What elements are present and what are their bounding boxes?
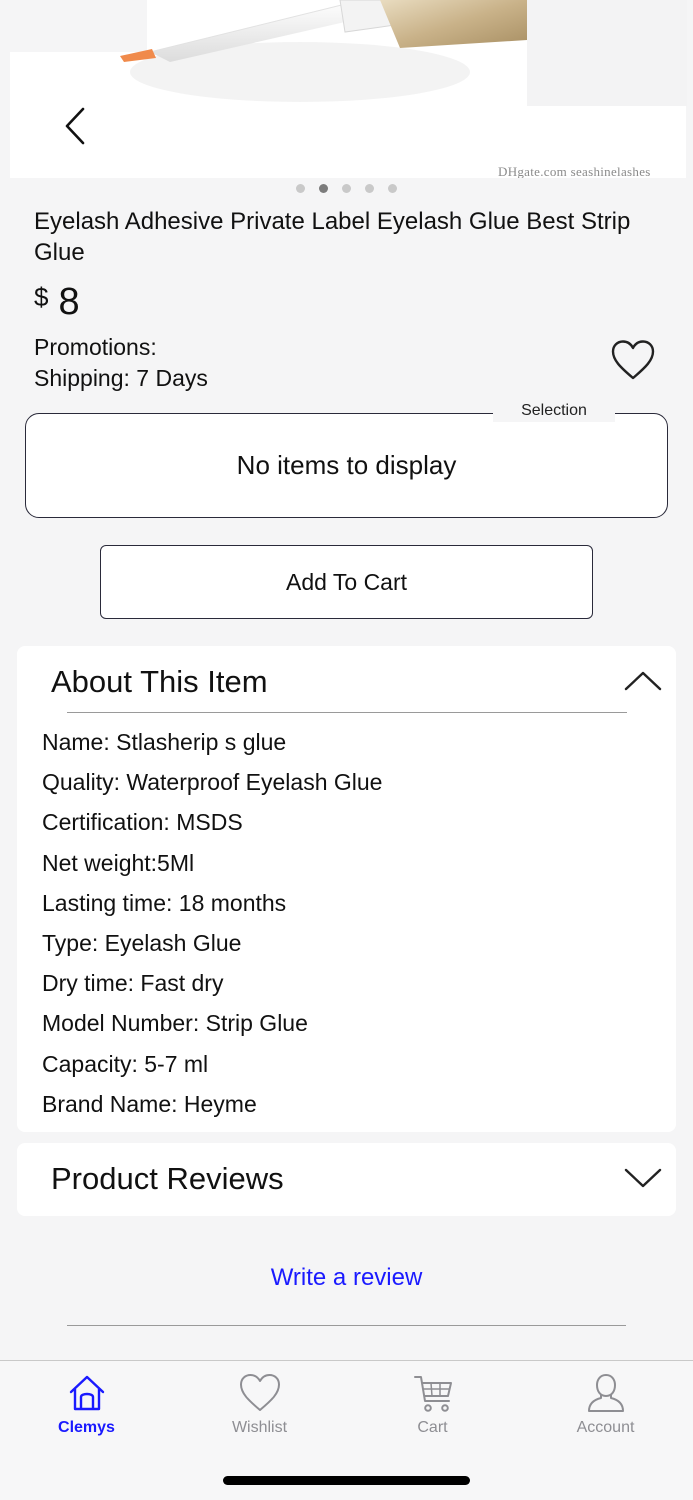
tab-cart-label: Cart bbox=[417, 1419, 448, 1436]
chevron-down-icon bbox=[624, 1168, 662, 1188]
eyelash-glue-brush-image bbox=[120, 0, 527, 102]
about-divider bbox=[67, 712, 627, 713]
gallery-dot-active[interactable] bbox=[319, 184, 328, 193]
product-image-gallery[interactable]: DHgate.com seashinelashes bbox=[0, 0, 693, 178]
add-to-cart-button[interactable]: Add To Cart bbox=[100, 545, 593, 619]
spec-item: Net weight:5Ml bbox=[42, 849, 195, 876]
variant-selection-box[interactable]: No items to display bbox=[25, 413, 668, 518]
gallery-dot[interactable] bbox=[365, 184, 374, 193]
chevron-left-icon bbox=[65, 107, 85, 145]
product-reviews-header[interactable]: Product Reviews bbox=[17, 1143, 676, 1216]
price-value: 8 bbox=[58, 281, 80, 323]
home-indicator bbox=[223, 1476, 470, 1485]
spec-item: Type: Eyelash Glue bbox=[42, 930, 242, 957]
spec-list: Name: Stlasherip s glue Quality: Waterpr… bbox=[42, 722, 382, 1124]
product-title: Eyelash Adhesive Private Label Eyelash G… bbox=[34, 208, 631, 266]
product-reviews-title: Product Reviews bbox=[51, 1161, 284, 1196]
about-item-section: About This Item Name: Stlasherip s glue … bbox=[17, 646, 676, 1132]
shipping-label: Shipping: 7 Days bbox=[34, 365, 208, 391]
cart-icon bbox=[413, 1376, 452, 1412]
heart-icon bbox=[239, 1374, 280, 1411]
spec-item: Name: Stlasherip s glue bbox=[42, 729, 287, 755]
tab-home-label: Clemys bbox=[58, 1419, 115, 1436]
gallery-pagination-dots[interactable] bbox=[0, 184, 693, 198]
write-review-link[interactable]: Write a review bbox=[0, 1264, 693, 1292]
selection-legend: Selection bbox=[493, 400, 615, 422]
promotions-shipping-info: Promotions: Shipping: 7 Days bbox=[34, 332, 208, 394]
spec-item: Certification: MSDS bbox=[42, 809, 243, 836]
tab-account[interactable]: Account bbox=[519, 1371, 692, 1451]
spec-item: Dry time: Fast dry bbox=[42, 970, 224, 997]
selection-empty-message: No items to display bbox=[236, 450, 457, 480]
tab-wishlist-label: Wishlist bbox=[231, 1419, 288, 1436]
review-divider bbox=[67, 1325, 626, 1326]
product-price: $ 8 bbox=[34, 280, 80, 324]
tab-wishlist[interactable]: Wishlist bbox=[173, 1371, 346, 1451]
spec-item: Model Number: Strip Glue bbox=[42, 1010, 308, 1037]
gallery-dot[interactable] bbox=[296, 184, 305, 193]
about-item-header[interactable]: About This Item bbox=[17, 646, 676, 714]
heart-outline-icon bbox=[611, 340, 655, 380]
back-button[interactable] bbox=[52, 100, 98, 152]
spec-item: Capacity: 5-7 ml bbox=[42, 1050, 209, 1077]
spec-item: Brand Name: Heyme bbox=[42, 1090, 257, 1117]
spec-item: Quality: Waterproof Eyelash Glue bbox=[42, 769, 383, 796]
price-currency: $ bbox=[34, 282, 49, 312]
tab-cart[interactable]: Cart bbox=[346, 1371, 519, 1451]
tab-home[interactable]: Clemys bbox=[0, 1371, 173, 1451]
spec-item: Lasting time: 18 months bbox=[42, 889, 287, 916]
gallery-dot[interactable] bbox=[342, 184, 351, 193]
chevron-up-icon bbox=[624, 671, 662, 691]
user-icon bbox=[587, 1373, 624, 1412]
add-to-wishlist-button[interactable] bbox=[610, 338, 656, 382]
tab-account-label: Account bbox=[576, 1419, 635, 1436]
gallery-dot[interactable] bbox=[388, 184, 397, 193]
about-item-title: About This Item bbox=[51, 664, 268, 699]
image-watermark: DHgate.com seashinelashes bbox=[498, 164, 651, 178]
promotions-label: Promotions: bbox=[34, 334, 157, 360]
home-icon bbox=[69, 1375, 104, 1411]
